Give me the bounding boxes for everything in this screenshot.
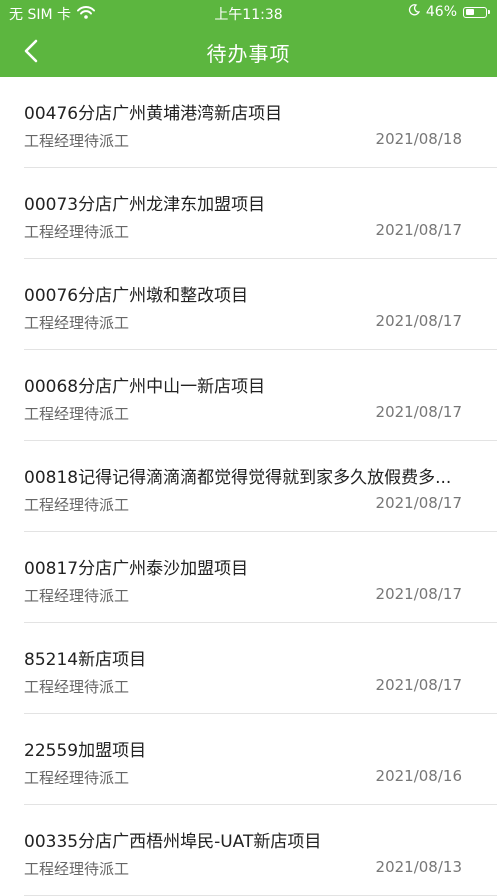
item-date: 2021/08/17 <box>375 585 462 603</box>
item-date: 2021/08/17 <box>375 221 462 239</box>
item-status: 工程经理待派工 <box>24 769 130 787</box>
list-item[interactable]: 00817分店广州泰沙加盟项目 工程经理待派工 2021/08/17 <box>0 532 497 623</box>
item-date: 2021/08/17 <box>375 494 462 512</box>
list-item[interactable]: 00818记得记得滴滴滴都觉得觉得就到家多久放假费多... 工程经理待派工 2021… <box>0 441 497 532</box>
item-status: 工程经理待派工 <box>24 132 130 150</box>
item-title: 00335分店广西梧州埠民-UAT新店项目 <box>24 832 322 852</box>
moon-icon <box>408 4 420 20</box>
item-title: 00073分店广州龙津东加盟项目 <box>24 195 266 215</box>
item-date: 2021/08/13 <box>375 858 462 876</box>
item-date: 2021/08/17 <box>375 403 462 421</box>
item-title: 00818记得记得滴滴滴都觉得觉得就到家多久放假费多... <box>24 468 452 488</box>
list-item[interactable]: 85214新店项目 工程经理待派工 2021/08/17 <box>0 623 497 714</box>
item-status: 工程经理待派工 <box>24 314 130 332</box>
list-item[interactable]: 00476分店广州黄埔港湾新店项目 工程经理待派工 2021/08/18 <box>0 77 497 168</box>
item-status: 工程经理待派工 <box>24 223 130 241</box>
item-status: 工程经理待派工 <box>24 405 130 423</box>
item-title: 85214新店项目 <box>24 650 147 670</box>
item-status: 工程经理待派工 <box>24 496 130 514</box>
item-title: 00817分店广州泰沙加盟项目 <box>24 559 249 579</box>
item-title: 00476分店广州黄埔港湾新店项目 <box>24 104 283 124</box>
status-bar: 无 SIM 卡 上午11:38 46% <box>0 0 497 26</box>
page-title: 待办事项 <box>206 42 291 66</box>
item-status: 工程经理待派工 <box>24 860 130 878</box>
item-date: 2021/08/18 <box>375 130 462 148</box>
list-item[interactable]: 00076分店广州墩和整改项目 工程经理待派工 2021/08/17 <box>0 259 497 350</box>
status-right: 46% <box>408 4 490 20</box>
battery-tip <box>488 10 490 14</box>
list-item[interactable]: 00335分店广西梧州埠民-UAT新店项目 工程经理待派工 2021/08/13 <box>0 805 497 896</box>
list-item[interactable]: 00068分店广州中山一新店项目 工程经理待派工 2021/08/17 <box>0 350 497 441</box>
item-title: 00076分店广州墩和整改项目 <box>24 286 249 306</box>
list-item[interactable]: 22559加盟项目 工程经理待派工 2021/08/16 <box>0 714 497 805</box>
item-status: 工程经理待派工 <box>24 678 130 696</box>
list-item[interactable]: 00073分店广州龙津东加盟项目 工程经理待派工 2021/08/17 <box>0 168 497 259</box>
item-date: 2021/08/16 <box>375 767 462 785</box>
battery-percent: 46% <box>425 4 457 20</box>
item-title: 22559加盟项目 <box>24 741 147 761</box>
battery-level <box>465 9 474 15</box>
app-header: 无 SIM 卡 上午11:38 46% 待办事项 <box>0 0 497 77</box>
item-date: 2021/08/17 <box>375 676 462 694</box>
item-date: 2021/08/17 <box>375 312 462 330</box>
item-status: 工程经理待派工 <box>24 587 130 605</box>
nav-bar: 待办事项 <box>0 26 497 77</box>
battery-icon <box>463 6 490 18</box>
item-title: 00068分店广州中山一新店项目 <box>24 377 266 397</box>
todo-list: 00476分店广州黄埔港湾新店项目 工程经理待派工 2021/08/18 00073分… <box>0 77 497 896</box>
